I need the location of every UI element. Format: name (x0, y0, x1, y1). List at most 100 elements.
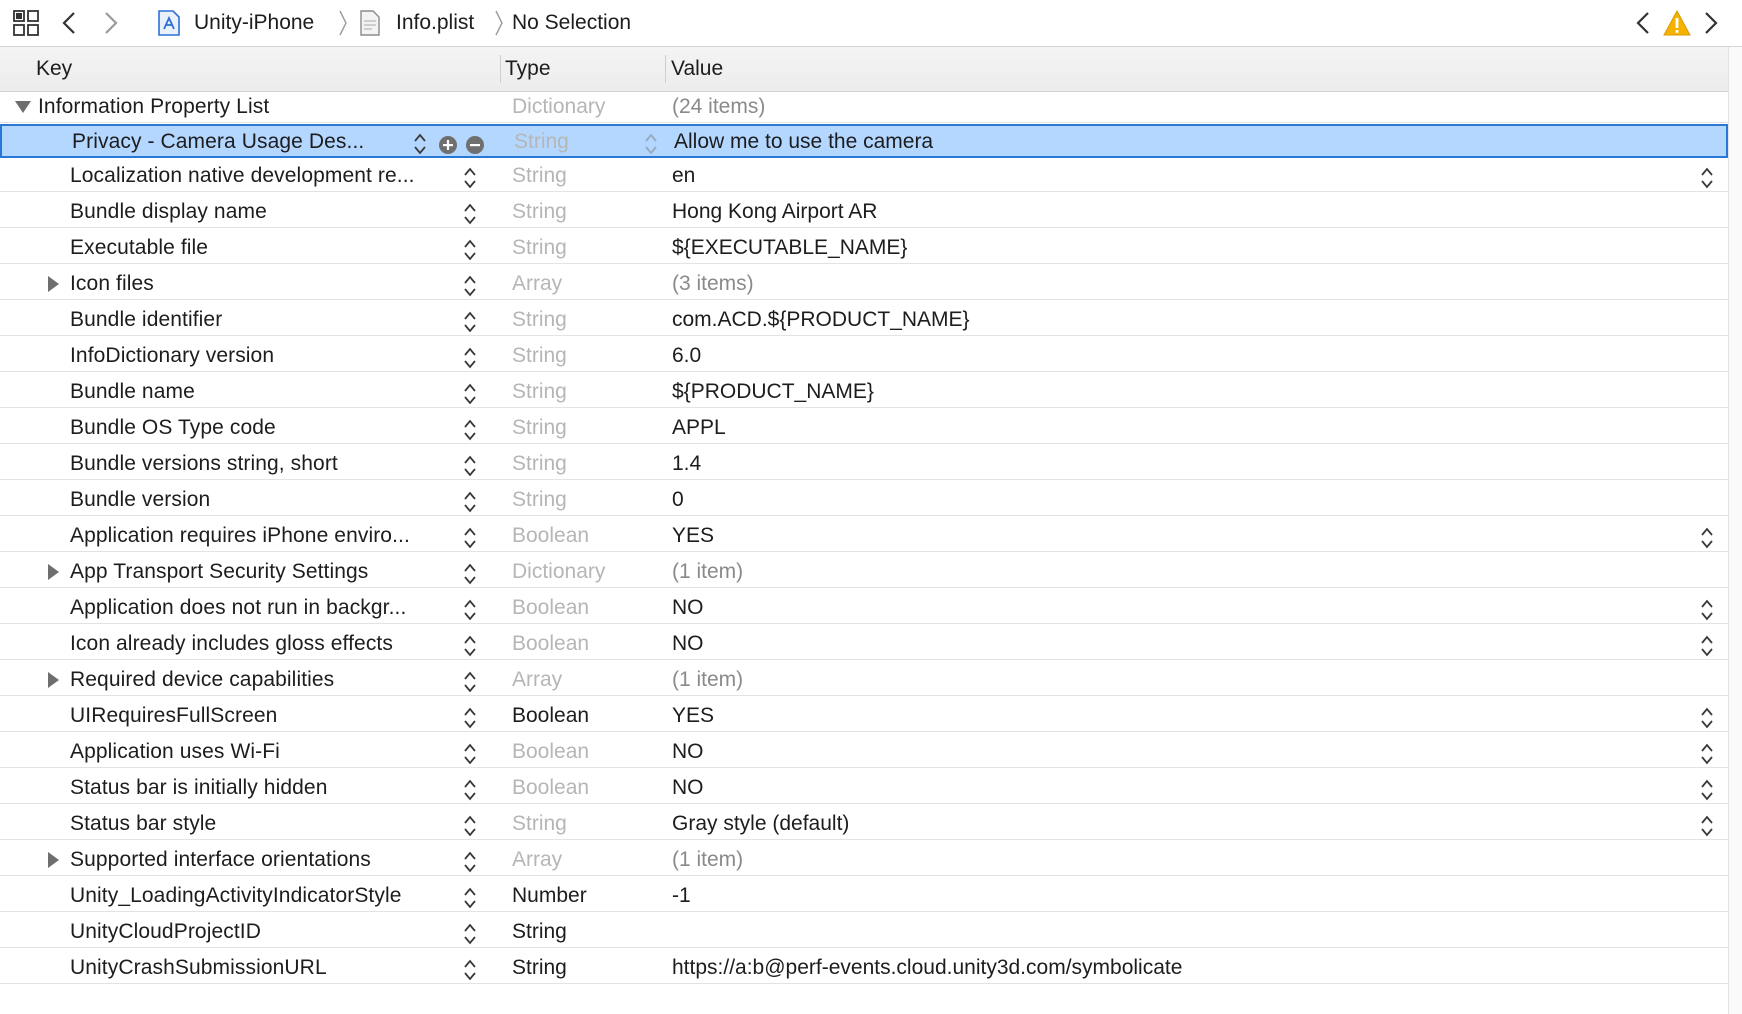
key-stepper-icon[interactable] (463, 310, 477, 334)
disclosure-collapsed-icon[interactable] (46, 844, 60, 876)
key-stepper-icon[interactable] (463, 958, 477, 982)
row-type[interactable]: Boolean (512, 592, 640, 623)
row-type[interactable]: String (512, 412, 640, 443)
column-header-type[interactable]: Type (505, 47, 655, 91)
disclosure-collapsed-icon[interactable] (46, 556, 60, 588)
row-type[interactable]: Array (512, 268, 640, 299)
key-stepper-icon[interactable] (463, 598, 477, 622)
warning-icon[interactable] (1662, 8, 1692, 38)
column-divider[interactable] (500, 55, 501, 83)
key-stepper-icon[interactable] (463, 886, 477, 910)
row-key[interactable]: Bundle identifier (70, 304, 458, 335)
row-key[interactable]: Application does not run in backgr... (70, 592, 458, 623)
row-key[interactable]: UnityCloudProjectID (70, 916, 458, 947)
row-value[interactable]: 6.0 (672, 340, 1662, 371)
table-row[interactable]: UIRequiresFullScreen Boolean YES (0, 700, 1728, 732)
row-value[interactable]: YES (672, 520, 1662, 551)
row-value[interactable]: NO (672, 736, 1662, 767)
row-value[interactable]: (1 item) (672, 556, 1662, 587)
row-key[interactable]: Icon already includes gloss effects (70, 628, 458, 659)
key-stepper-icon[interactable] (463, 778, 477, 802)
key-stepper-icon[interactable] (463, 202, 477, 226)
type-popup-icon[interactable] (644, 132, 658, 156)
row-type[interactable]: String (512, 196, 640, 227)
key-stepper-icon[interactable] (463, 382, 477, 406)
row-value[interactable]: -1 (672, 880, 1662, 911)
row-value[interactable]: 0 (672, 484, 1662, 515)
row-type[interactable]: String (512, 484, 640, 515)
table-row[interactable]: Privacy - Camera Usage Des... String Allow… (0, 124, 1728, 158)
row-type[interactable]: Number (512, 880, 640, 911)
table-row[interactable]: Bundle version String 0 (0, 484, 1728, 516)
row-value[interactable]: (3 items) (672, 268, 1662, 299)
key-stepper-icon[interactable] (463, 922, 477, 946)
table-row[interactable]: App Transport Security Settings Dictionar… (0, 556, 1728, 588)
row-value[interactable]: Gray style (default) (672, 808, 1662, 839)
value-popup-icon[interactable] (1700, 634, 1714, 658)
row-type[interactable]: String (512, 808, 640, 839)
row-key[interactable]: Bundle display name (70, 196, 458, 227)
table-row[interactable]: Supported interface orientations Array (1 … (0, 844, 1728, 876)
row-value[interactable] (672, 916, 1662, 947)
table-row[interactable]: UnityCrashSubmissionURL String https://a:b… (0, 952, 1728, 984)
table-row[interactable]: Status bar style String Gray style (defaul… (0, 808, 1728, 840)
key-stepper-icon[interactable] (463, 274, 477, 298)
key-stepper-icon[interactable] (463, 418, 477, 442)
table-row[interactable]: Bundle identifier String com.ACD.${PRODUCT… (0, 304, 1728, 336)
row-key[interactable]: UnityCrashSubmissionURL (70, 952, 458, 983)
row-type[interactable]: Boolean (512, 772, 640, 803)
row-type[interactable]: String (512, 232, 640, 263)
key-stepper-icon[interactable] (463, 346, 477, 370)
row-type[interactable]: String (512, 448, 640, 479)
table-row[interactable]: Unity_LoadingActivityIndicatorStyle Numbe… (0, 880, 1728, 912)
related-items-icon[interactable] (12, 9, 40, 37)
key-stepper-icon[interactable] (463, 670, 477, 694)
breadcrumb-selection[interactable]: No Selection (512, 0, 631, 46)
table-row[interactable]: Application does not run in backgr... Boo… (0, 592, 1728, 624)
row-key[interactable]: UIRequiresFullScreen (70, 700, 458, 731)
row-type[interactable]: Array (512, 664, 640, 695)
row-value[interactable]: (1 item) (672, 664, 1662, 695)
table-row-root[interactable]: Information Property List Dictionary (24… (0, 91, 1728, 123)
table-row[interactable]: Application uses Wi-Fi Boolean NO (0, 736, 1728, 768)
column-divider[interactable] (665, 55, 666, 83)
vertical-scrollbar[interactable] (1728, 47, 1742, 1014)
row-key[interactable]: Unity_LoadingActivityIndicatorStyle (70, 880, 458, 911)
row-type[interactable]: String (512, 952, 640, 983)
row-type[interactable]: String (512, 304, 640, 335)
key-stepper-icon[interactable] (463, 706, 477, 730)
table-row[interactable]: Icon files Array (3 items) (0, 268, 1728, 300)
back-icon[interactable] (58, 9, 80, 37)
row-type[interactable]: Array (512, 844, 640, 875)
key-stepper-icon[interactable] (463, 454, 477, 478)
row-key[interactable]: Icon files (70, 268, 458, 299)
row-value[interactable]: en (672, 160, 1662, 191)
row-key[interactable]: Required device capabilities (70, 664, 458, 695)
row-type[interactable]: Dictionary (512, 91, 652, 122)
row-key[interactable]: Bundle versions string, short (70, 448, 458, 479)
breadcrumb-project[interactable]: Unity-iPhone (194, 0, 314, 46)
row-key[interactable]: Privacy - Camera Usage Des... (72, 126, 460, 157)
row-key[interactable]: Status bar is initially hidden (70, 772, 458, 803)
key-stepper-icon[interactable] (463, 814, 477, 838)
table-row[interactable]: Bundle OS Type code String APPL (0, 412, 1728, 444)
key-stepper-icon[interactable] (463, 850, 477, 874)
row-value[interactable]: NO (672, 772, 1662, 803)
row-value[interactable]: NO (672, 628, 1662, 659)
value-popup-icon[interactable] (1700, 166, 1714, 190)
value-popup-icon[interactable] (1700, 526, 1714, 550)
key-stepper-icon[interactable] (463, 634, 477, 658)
table-row[interactable]: Bundle name String ${PRODUCT_NAME} (0, 376, 1728, 408)
row-type[interactable]: String (512, 376, 640, 407)
column-header-key[interactable]: Key (36, 47, 496, 91)
disclosure-expanded-icon[interactable] (14, 91, 32, 123)
key-stepper-icon[interactable] (463, 238, 477, 262)
row-type[interactable]: Boolean (512, 700, 640, 731)
row-key[interactable]: InfoDictionary version (70, 340, 458, 371)
row-type[interactable]: Boolean (512, 736, 640, 767)
table-row[interactable]: Application requires iPhone enviro... Boo… (0, 520, 1728, 552)
key-stepper-icon[interactable] (463, 526, 477, 550)
table-row[interactable]: UnityCloudProjectID String (0, 916, 1728, 948)
value-popup-icon[interactable] (1700, 778, 1714, 802)
row-key[interactable]: Status bar style (70, 808, 458, 839)
